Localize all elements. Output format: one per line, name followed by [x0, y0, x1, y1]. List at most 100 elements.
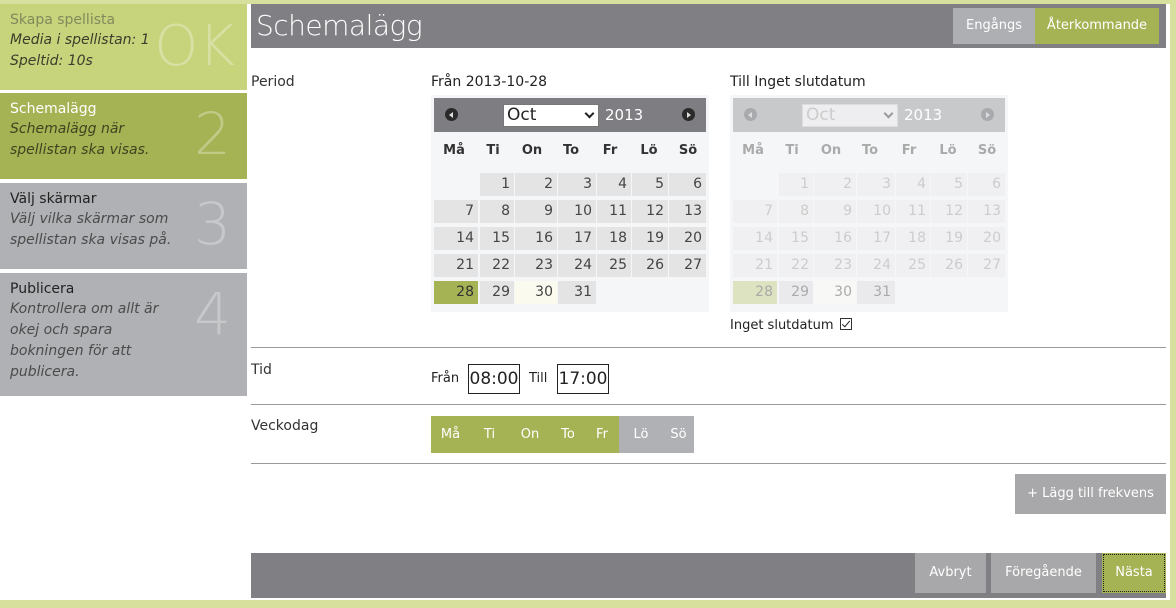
- calendar-day[interactable]: 30: [515, 281, 557, 304]
- tab-one-time[interactable]: Engångs: [953, 8, 1035, 44]
- calendar-day[interactable]: 12: [632, 200, 668, 223]
- calendar-day: 23: [814, 254, 856, 277]
- weekday-toggle[interactable]: To: [551, 416, 585, 453]
- from-date-caption: Från 2013-10-28: [431, 74, 548, 90]
- step-badge-number: 3: [194, 190, 231, 258]
- calendar-day[interactable]: 5: [632, 173, 668, 196]
- tab-recurring[interactable]: Återkommande: [1035, 8, 1159, 44]
- to-calendar: Oct 2013 Må Ti On To Fr Lö Sö 1 2 3 4 5 6 7 8 9 10 11 12 13…: [730, 95, 1008, 312]
- calendar-day: 25: [896, 254, 930, 277]
- chevron-down-icon: [883, 108, 894, 119]
- page-header: Schemalägg Engångs Återkommande: [251, 4, 1166, 48]
- calendar-day: 8: [779, 200, 813, 223]
- calendar-day[interactable]: 9: [515, 200, 557, 223]
- calendar-day[interactable]: 22: [480, 254, 514, 277]
- sidebar-step-choose-screens[interactable]: Välj skärmar Välj vilka skärmar som spel…: [0, 183, 247, 269]
- year-label: 2013: [904, 106, 943, 124]
- add-frequency-button[interactable]: + Lägg till frekvens: [1015, 474, 1166, 514]
- calendar-day: 3: [857, 173, 895, 196]
- weekday-header: Fr: [602, 143, 618, 158]
- sidebar-step-publish[interactable]: Publicera Kontrollera om allt är okej oc…: [0, 273, 247, 396]
- weekday-toggle[interactable]: Ti: [470, 416, 509, 453]
- chevron-down-icon: [584, 108, 595, 119]
- wizard-footer: Avbryt Föregående Nästa: [251, 553, 1166, 598]
- calendar-day[interactable]: 27: [669, 254, 706, 277]
- weekday-toggle[interactable]: On: [509, 416, 551, 453]
- calendar-day: 14: [733, 227, 777, 250]
- calendar-day: 1: [779, 173, 813, 196]
- next-month-icon[interactable]: [682, 108, 695, 121]
- calendar-day[interactable]: 25: [597, 254, 631, 277]
- calendar-day[interactable]: 28: [434, 281, 478, 304]
- step-badge-ok: OK: [154, 14, 235, 79]
- weekday-header: To: [861, 143, 879, 158]
- weekday-toggle[interactable]: Må: [431, 416, 470, 453]
- month-select[interactable]: Oct: [503, 104, 599, 127]
- weekday-toggle[interactable]: Lö: [619, 416, 663, 453]
- weekday-header: Lö: [640, 143, 658, 158]
- calendar-day[interactable]: 14: [434, 227, 478, 250]
- calendar-day: 15: [779, 227, 813, 250]
- calendar-day[interactable]: 2: [515, 173, 557, 196]
- calendar-day: 19: [931, 227, 967, 250]
- calendar-day[interactable]: 29: [480, 281, 514, 304]
- time-to-input[interactable]: 17:00: [557, 364, 609, 394]
- from-calendar: Oct 2013 Må Ti On To Fr Lö Sö 1 2 3 4 5 6 7 8 9 10 11 12 13…: [431, 95, 709, 312]
- calendar-day[interactable]: 3: [558, 173, 596, 196]
- calendar-day: 13: [968, 200, 1005, 223]
- calendar-day: 31: [857, 281, 895, 304]
- time-label: Tid: [251, 362, 272, 378]
- calendar-day[interactable]: 4: [597, 173, 631, 196]
- calendar-day: 20: [968, 227, 1005, 250]
- weekday-header: On: [521, 143, 543, 158]
- step-badge-number: 4: [194, 280, 231, 348]
- time-to-label: Till: [529, 371, 548, 386]
- calendar-day: 27: [968, 254, 1005, 277]
- calendar-day[interactable]: 31: [558, 281, 596, 304]
- calendar-day[interactable]: 26: [632, 254, 668, 277]
- calendar-day[interactable]: 11: [597, 200, 631, 223]
- next-button[interactable]: Nästa: [1102, 553, 1166, 593]
- calendar-day[interactable]: 10: [558, 200, 596, 223]
- sidebar-step-create-playlist[interactable]: Skapa spellista Media i spellistan: 1 Sp…: [0, 4, 247, 90]
- prev-month-icon[interactable]: [445, 108, 458, 121]
- weekday-header: Må: [443, 143, 465, 158]
- weekday-toggle[interactable]: Sö: [663, 416, 694, 453]
- weekday-toggle[interactable]: Fr: [585, 416, 619, 453]
- calendar-day[interactable]: 23: [515, 254, 557, 277]
- calendar-day[interactable]: 20: [669, 227, 706, 250]
- cancel-button[interactable]: Avbryt: [915, 553, 986, 593]
- calendar-day: 9: [814, 200, 856, 223]
- calendar-day[interactable]: 15: [480, 227, 514, 250]
- calendar-day[interactable]: 1: [480, 173, 514, 196]
- calendar-day: 26: [931, 254, 967, 277]
- calendar-day[interactable]: 18: [597, 227, 631, 250]
- calendar-day[interactable]: 7: [434, 200, 478, 223]
- calendar-day[interactable]: 13: [669, 200, 706, 223]
- month-value: Oct: [806, 105, 836, 125]
- calendar-day[interactable]: 17: [558, 227, 596, 250]
- weekday-header: Lö: [939, 143, 957, 158]
- calendar-day[interactable]: 19: [632, 227, 668, 250]
- weekday-header: Ti: [785, 143, 799, 158]
- calendar-day[interactable]: 24: [558, 254, 596, 277]
- no-end-date-checkbox[interactable]: [839, 318, 852, 330]
- calendar-header: Oct 2013: [434, 98, 706, 132]
- period-label: Period: [251, 74, 295, 90]
- calendar-day[interactable]: 8: [480, 200, 514, 223]
- weekday-header: Sö: [977, 143, 997, 158]
- calendar-header: Oct 2013: [733, 98, 1005, 132]
- weekday-label: Veckodag: [251, 418, 319, 434]
- weekday-header: On: [820, 143, 842, 158]
- divider: [251, 404, 1166, 405]
- sidebar-step-schedule[interactable]: Schemalägg Schemalägg när spellistan ska…: [0, 93, 247, 179]
- previous-button[interactable]: Föregående: [991, 553, 1096, 593]
- calendar-day[interactable]: 16: [515, 227, 557, 250]
- month-value: Oct: [507, 105, 537, 125]
- calendar-day: 10: [857, 200, 895, 223]
- divider: [251, 347, 1166, 348]
- calendar-day[interactable]: 21: [434, 254, 478, 277]
- calendar-day: 18: [896, 227, 930, 250]
- time-from-input[interactable]: 08:00: [468, 364, 520, 394]
- calendar-day[interactable]: 6: [669, 173, 706, 196]
